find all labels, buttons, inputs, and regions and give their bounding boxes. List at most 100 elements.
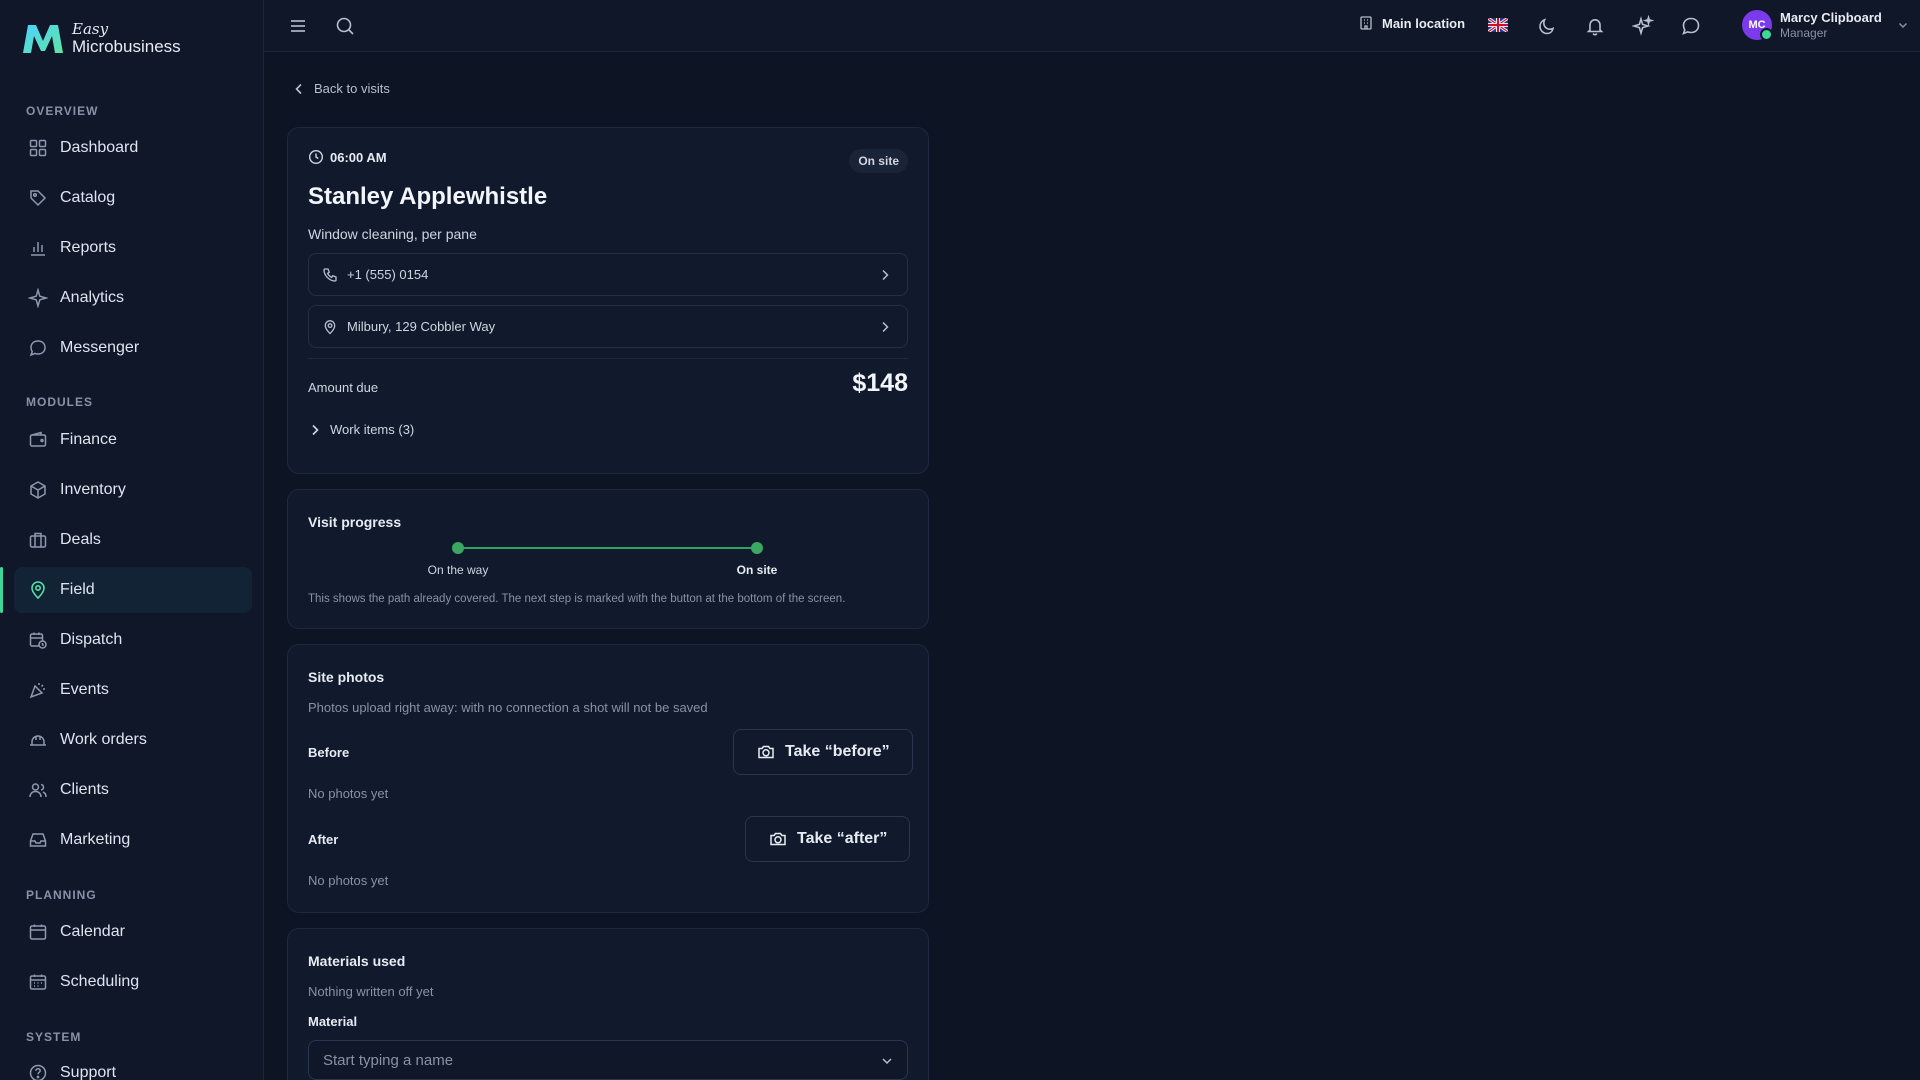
take-after-label: Take “after” — [797, 830, 888, 847]
material-field-label: Material — [308, 1014, 358, 1029]
work-items-label: Work items (3) — [330, 422, 415, 437]
building-icon — [1360, 16, 1372, 30]
briefcase-icon — [29, 532, 47, 548]
sidebar-item-deals[interactable]: Deals — [14, 517, 252, 563]
ai-sparkle-icon[interactable] — [1632, 15, 1654, 37]
logo-mark-icon — [23, 25, 63, 53]
take-before-label: Take “before” — [785, 743, 890, 760]
phone-row[interactable]: +1 (555) 0154 — [308, 253, 908, 296]
materials-title: Materials used — [308, 953, 406, 969]
grid-icon — [29, 139, 47, 157]
amount-due-label: Amount due — [308, 380, 379, 395]
work-items-toggle[interactable]: Work items (3) — [308, 422, 414, 437]
nav-section-overview: OVERVIEW — [26, 104, 99, 118]
sidebar-item-inventory[interactable]: Inventory — [14, 467, 252, 513]
uk-flag-icon[interactable] — [1488, 18, 1508, 32]
bar-chart-icon — [31, 242, 45, 256]
sidebar-item-events[interactable]: Events — [14, 667, 252, 713]
chevron-down-icon — [882, 1058, 892, 1065]
sidebar-item-label: Calendar — [60, 923, 125, 940]
take-before-button[interactable]: Take “before” — [733, 729, 913, 775]
status-badge: On site — [849, 149, 908, 173]
brand-name-top: Easy — [72, 19, 109, 38]
brand-logo[interactable]: Easy Microbusiness — [20, 18, 181, 58]
calendar-clock-icon — [29, 632, 47, 649]
sidebar-item-label: Dashboard — [60, 139, 139, 156]
sidebar-item-label: Finance — [60, 431, 117, 448]
material-select[interactable] — [308, 1040, 908, 1080]
chevron-right-icon — [312, 424, 319, 435]
sidebar-item-label: Events — [60, 681, 109, 698]
moon-icon[interactable] — [1536, 15, 1558, 37]
sidebar-item-analytics[interactable]: Analytics — [14, 275, 252, 321]
clock-icon — [308, 149, 324, 165]
camera-icon — [758, 745, 774, 759]
visit-time-text: 06:00 AM — [330, 149, 387, 165]
topbar: Main location MC Marcy Clipboard Manager — [264, 0, 1920, 52]
sidebar-item-field[interactable]: Field — [0, 567, 252, 613]
users-icon — [29, 783, 47, 798]
progress-step-label: On site — [736, 563, 778, 577]
sidebar-item-finance[interactable]: Finance — [14, 417, 252, 463]
sidebar-item-work-orders[interactable]: Work orders — [14, 717, 252, 763]
before-empty: No photos yet — [308, 786, 389, 801]
chat-icon[interactable] — [1680, 15, 1702, 37]
sidebar-item-label: Catalog — [60, 189, 116, 206]
site-photos-card: Site photos Photos upload right away: wi… — [287, 644, 929, 913]
location-selector[interactable]: Main location — [1358, 15, 1465, 31]
materials-empty: Nothing written off yet — [308, 984, 434, 999]
hard-hat-icon — [30, 735, 46, 746]
sidebar-item-label: Field — [60, 581, 95, 598]
back-label: Back to visits — [314, 81, 390, 96]
avatar: MC — [1742, 10, 1773, 41]
sidebar-item-catalog[interactable]: Catalog — [14, 175, 252, 221]
sidebar-item-label: Support — [60, 1064, 117, 1080]
wallet-icon — [29, 431, 47, 447]
site-photos-title: Site photos — [308, 669, 385, 685]
address-row[interactable]: Milbury, 129 Cobbler Way — [308, 305, 908, 348]
amount-due-value: $148 — [852, 369, 908, 397]
after-empty: No photos yet — [308, 873, 389, 888]
sidebar-item-label: Reports — [60, 239, 117, 256]
sidebar-item-support[interactable]: Support — [14, 1050, 252, 1080]
sidebar-item-reports[interactable]: Reports — [14, 225, 252, 271]
phone-icon — [323, 267, 337, 282]
calendar-icon — [29, 924, 47, 940]
sidebar-item-label: Clients — [60, 781, 109, 798]
sidebar-item-scheduling[interactable]: Scheduling — [14, 959, 252, 1005]
progress-step-label: On the way — [427, 563, 489, 577]
sidebar-item-label: Deals — [60, 531, 101, 548]
visit-card: 06:00 AM On site Stanley Applewhistle Wi… — [287, 127, 929, 474]
sidebar-item-dispatch[interactable]: Dispatch — [14, 617, 252, 663]
help-icon — [29, 1064, 47, 1080]
divider — [308, 358, 908, 359]
sidebar-item-label: Analytics — [60, 289, 125, 306]
menu-icon[interactable] — [287, 15, 309, 37]
material-search-input[interactable] — [323, 1051, 863, 1069]
before-label: Before — [308, 745, 350, 760]
sidebar-item-dashboard[interactable]: Dashboard — [14, 125, 252, 171]
take-after-button[interactable]: Take “after” — [745, 816, 911, 862]
sidebar-item-marketing[interactable]: Marketing — [14, 817, 252, 863]
user-menu[interactable]: MC Marcy Clipboard Manager — [1742, 10, 1910, 41]
sidebar-item-label: Work orders — [60, 731, 147, 748]
visit-progress-title: Visit progress — [308, 514, 402, 530]
sidebar-item-clients[interactable]: Clients — [14, 767, 252, 813]
sidebar-item-label: Messenger — [60, 339, 140, 356]
bell-icon[interactable] — [1584, 15, 1606, 37]
back-to-visits-link[interactable]: Back to visits — [292, 81, 390, 96]
nav-section-modules: MODULES — [26, 395, 93, 409]
sidebar-item-label: Marketing — [60, 831, 131, 848]
sidebar-item-label: Inventory — [60, 481, 126, 498]
nav-section-planning: PLANNING — [26, 888, 97, 902]
site-photos-note: Photos upload right away: with no connec… — [308, 700, 708, 715]
sidebar-item-messenger[interactable]: Messenger — [14, 325, 252, 371]
service-name: Window cleaning, per pane — [308, 226, 477, 242]
sidebar-item-label: Scheduling — [60, 973, 140, 990]
visit-time: 06:00 AM — [308, 149, 387, 165]
sidebar-item-calendar[interactable]: Calendar — [14, 909, 252, 955]
box-icon — [30, 481, 46, 499]
chat-icon — [29, 340, 46, 357]
search-icon[interactable] — [334, 15, 356, 37]
chevron-left-icon — [295, 83, 302, 94]
